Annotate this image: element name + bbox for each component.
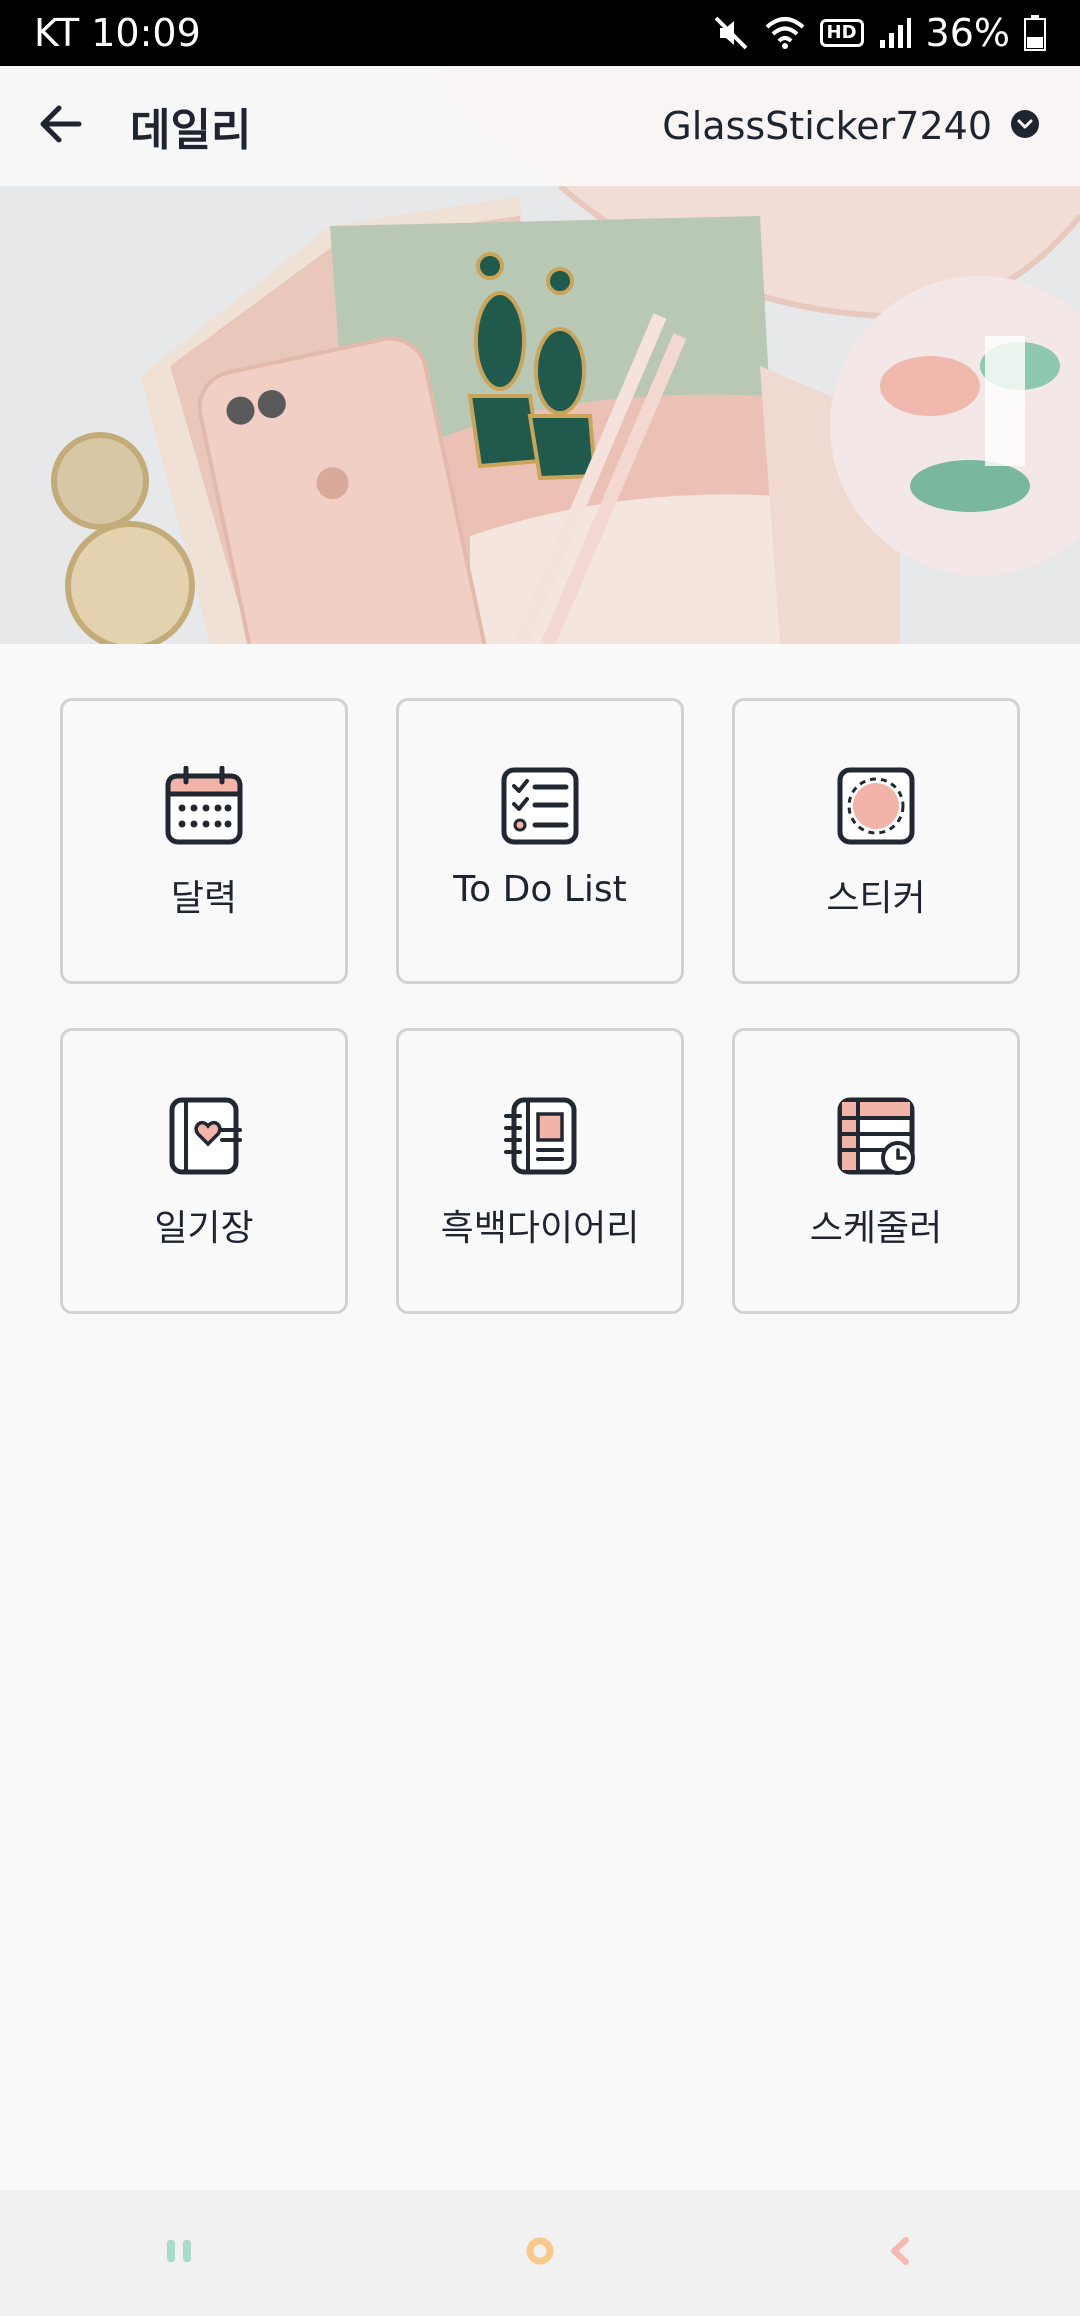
battery-icon <box>1024 15 1046 51</box>
carrier-time: KT 10:09 <box>34 11 201 55</box>
diary-icon <box>164 1095 244 1177</box>
recent-apps-icon <box>165 2238 195 2268</box>
account-selector[interactable]: GlassSticker7240 <box>662 66 1040 186</box>
menu-card-diary[interactable]: 일기장 <box>60 1028 348 1314</box>
menu-card-todo[interactable]: To Do List <box>396 698 684 984</box>
menu-label: To Do List <box>453 869 627 910</box>
notebook-icon <box>500 1095 580 1177</box>
menu-label: 달력 <box>170 878 238 919</box>
menu-card-bw-diary[interactable]: 흑백다이어리 <box>396 1028 684 1314</box>
scheduler-icon <box>836 1095 916 1177</box>
home-button[interactable] <box>480 2203 600 2303</box>
account-name: GlassSticker7240 <box>662 104 992 148</box>
wifi-icon <box>764 15 806 51</box>
signal-icon <box>878 16 912 50</box>
system-back-button[interactable] <box>840 2203 960 2303</box>
sticker-icon <box>836 765 916 847</box>
arrow-left-icon <box>37 104 83 148</box>
battery-percent: 36% <box>925 11 1010 55</box>
mute-icon <box>712 14 750 52</box>
recent-apps-button[interactable] <box>120 2203 240 2303</box>
calendar-icon <box>164 765 244 847</box>
menu-label: 흑백다이어리 <box>440 1208 640 1249</box>
hd-icon: HD <box>819 19 864 47</box>
menu-label: 일기장 <box>154 1208 254 1249</box>
home-icon <box>525 2236 555 2270</box>
back-icon <box>888 2236 912 2270</box>
app-bar: 데일리 GlassSticker7240 <box>0 66 1080 186</box>
page-title: 데일리 <box>130 105 252 156</box>
checklist-icon <box>500 765 580 847</box>
menu-card-scheduler[interactable]: 스케줄러 <box>732 1028 1020 1314</box>
system-nav-bar <box>0 2190 1080 2316</box>
menu-label: 스케줄러 <box>809 1208 943 1249</box>
menu-label: 스티커 <box>826 878 926 919</box>
menu-card-sticker[interactable]: 스티커 <box>732 698 1020 984</box>
menu-card-calendar[interactable]: 달력 <box>60 698 348 984</box>
back-button[interactable] <box>0 66 120 186</box>
menu-grid: 달력 To Do List 스티커 일기장 흑백다이어리 스케줄러 <box>60 698 1020 1314</box>
status-bar: KT 10:09 HD 36% <box>0 0 1080 66</box>
chevron-down-circle-icon <box>1010 109 1040 143</box>
status-icons: HD 36% <box>712 11 1046 55</box>
